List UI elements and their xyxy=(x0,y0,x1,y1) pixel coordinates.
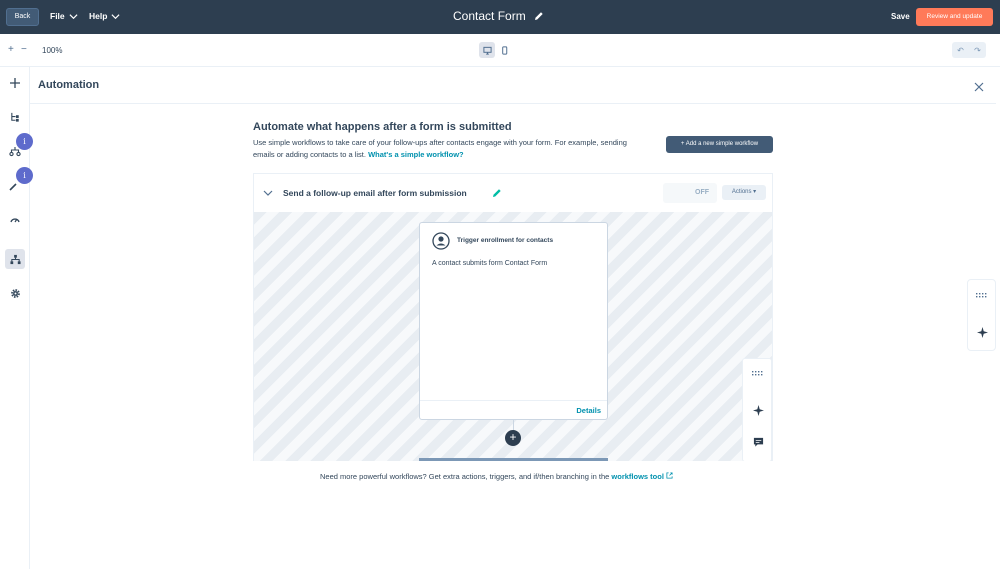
trigger-card[interactable]: Trigger enrollment for contacts A contac… xyxy=(419,222,608,420)
undo-button[interactable]: ↶ xyxy=(957,46,964,55)
add-icon[interactable] xyxy=(7,75,23,91)
next-step-indicator xyxy=(419,458,608,461)
zoom-in-button[interactable]: + xyxy=(8,44,14,55)
workflow-card: Send a follow-up email after form submis… xyxy=(253,173,773,461)
chevron-down-icon[interactable] xyxy=(263,188,273,198)
workflow-canvas: Trigger enrollment for contacts A contac… xyxy=(254,212,772,461)
chevron-down-icon xyxy=(111,13,120,19)
pencil-icon[interactable] xyxy=(492,188,502,198)
left-sidebar: i i xyxy=(0,67,33,569)
help-menu-label: Help xyxy=(89,11,108,21)
top-navigation-bar: Back File Help Contact Form Save Review … xyxy=(0,0,1000,34)
gear-icon[interactable] xyxy=(7,285,23,301)
trigger-description: A contact submits form Contact Form xyxy=(432,260,548,267)
desktop-icon xyxy=(482,46,492,55)
trigger-title: Trigger enrollment for contacts xyxy=(457,237,554,244)
zoom-level: 100% xyxy=(42,46,63,55)
back-button[interactable]: Back xyxy=(6,8,39,26)
footnote-text: Need more powerful workflows? Get extra … xyxy=(320,472,610,481)
add-simple-workflow-button[interactable]: + Add a new simple workflow xyxy=(666,136,773,153)
actions-dropdown[interactable]: Actions ▾ xyxy=(722,185,766,200)
zoom-out-button[interactable]: − xyxy=(21,44,27,55)
chevron-down-icon xyxy=(69,13,78,19)
save-button[interactable]: Save xyxy=(891,12,910,21)
editor-toolbar: + − 100% ↶ ↷ xyxy=(0,34,1000,67)
file-menu[interactable]: File xyxy=(50,11,78,21)
automation-heading: Automate what happens after a form is su… xyxy=(253,121,512,133)
workflows-tool-link-label: workflows tool xyxy=(611,472,664,481)
workflow-header: Send a follow-up email after form submis… xyxy=(254,174,772,212)
external-link-icon xyxy=(666,472,673,479)
form-title[interactable]: Contact Form xyxy=(453,9,544,23)
review-and-update-button[interactable]: Review and update xyxy=(916,8,993,26)
simple-workflow-link[interactable]: What's a simple workflow? xyxy=(368,150,464,159)
automation-description: Use simple workflows to take care of you… xyxy=(253,137,633,161)
form-title-text: Contact Form xyxy=(453,9,526,23)
details-link[interactable]: Details xyxy=(576,406,601,415)
contact-icon xyxy=(432,232,450,250)
canvas-tools xyxy=(742,358,772,461)
redo-button[interactable]: ↷ xyxy=(974,46,981,55)
pencil-icon[interactable] xyxy=(534,11,544,21)
trigger-footer: Details xyxy=(420,400,607,420)
comment-icon[interactable] xyxy=(751,435,765,449)
mobile-preview-button[interactable] xyxy=(496,42,512,58)
automation-panel-header: Automation xyxy=(30,67,996,104)
help-menu[interactable]: Help xyxy=(89,11,120,21)
undo-redo-group: ↶ ↷ xyxy=(952,42,986,58)
right-floating-tools xyxy=(967,279,996,351)
workflows-tool-note: Need more powerful workflows? Get extra … xyxy=(320,472,673,481)
workflows-tool-link[interactable]: workflows tool xyxy=(611,472,673,481)
grid-icon[interactable] xyxy=(751,367,765,381)
panel-title: Automation xyxy=(38,79,100,91)
close-icon[interactable] xyxy=(973,81,985,93)
mobile-icon xyxy=(501,45,507,55)
gauge-icon[interactable] xyxy=(7,211,23,227)
sparkle-icon[interactable] xyxy=(975,325,989,339)
info-badge[interactable]: i xyxy=(16,133,33,150)
sparkle-icon[interactable] xyxy=(751,403,765,417)
desktop-preview-button[interactable] xyxy=(479,42,495,58)
workflow-title: Send a follow-up email after form submis… xyxy=(283,188,467,198)
automation-icon[interactable] xyxy=(5,249,25,269)
workflow-status-toggle[interactable]: OFF xyxy=(663,183,717,203)
layers-icon[interactable] xyxy=(7,109,23,125)
file-menu-label: File xyxy=(50,11,65,21)
info-badge[interactable]: i xyxy=(16,167,33,184)
grid-icon[interactable] xyxy=(975,289,989,303)
add-step-button[interactable]: + xyxy=(505,430,521,446)
